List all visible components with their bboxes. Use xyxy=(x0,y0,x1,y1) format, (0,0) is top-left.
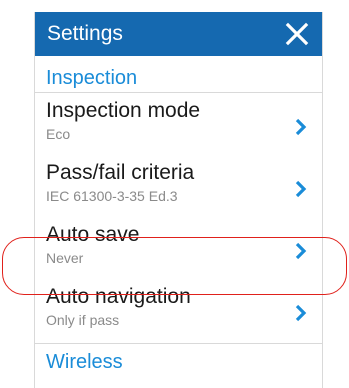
close-button[interactable] xyxy=(282,19,312,49)
close-icon xyxy=(285,22,309,46)
settings-header: Settings xyxy=(35,12,322,56)
setting-value: IEC 61300-3-35 Ed.3 xyxy=(46,188,178,204)
settings-panel: Settings Inspection Inspection mode Eco … xyxy=(34,12,323,388)
chevron-right-icon xyxy=(295,304,307,322)
page-title: Settings xyxy=(47,22,123,45)
setting-label: Pass/fail criteria xyxy=(46,161,195,184)
setting-value: Only if pass xyxy=(46,312,120,328)
chevron-right-icon xyxy=(295,180,307,198)
setting-item-auto-navigation[interactable]: Auto navigation Only if pass xyxy=(35,279,322,341)
setting-label: Auto navigation xyxy=(46,285,191,308)
section-header-inspection: Inspection xyxy=(35,56,322,93)
setting-item-pass-fail-criteria[interactable]: Pass/fail criteria IEC 61300-3-35 Ed.3 xyxy=(35,155,322,217)
setting-item-auto-save[interactable]: Auto save Never xyxy=(35,217,322,279)
section-header-wireless: Wireless xyxy=(35,343,322,380)
chevron-right-icon xyxy=(295,242,307,260)
chevron-right-icon xyxy=(295,118,307,136)
setting-value: Never xyxy=(46,250,84,266)
setting-item-inspection-mode[interactable]: Inspection mode Eco xyxy=(35,93,322,155)
setting-value: Eco xyxy=(46,126,71,142)
setting-label: Auto save xyxy=(46,223,140,246)
setting-label: Inspection mode xyxy=(46,99,201,122)
